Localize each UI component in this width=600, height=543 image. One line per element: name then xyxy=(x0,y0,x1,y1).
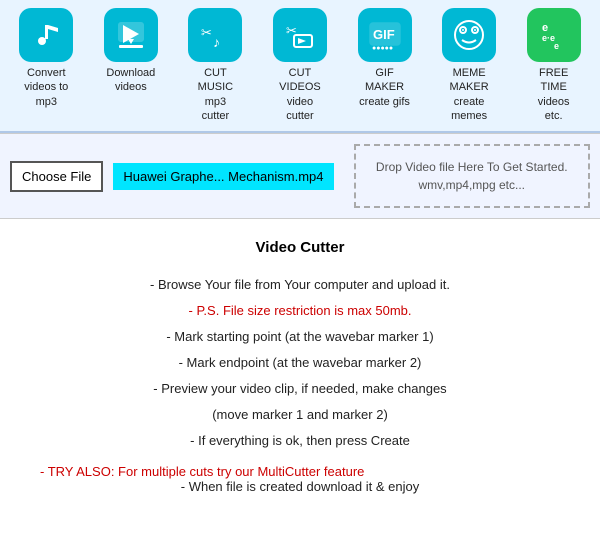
svg-text:GIF: GIF xyxy=(373,27,395,42)
instruction-6: (move marker 1 and marker 2) xyxy=(40,402,560,428)
download-label: Download videos xyxy=(92,66,170,95)
instruction-7: - If everything is ok, then press Create xyxy=(40,428,560,454)
svg-text:●●●●●: ●●●●● xyxy=(372,45,393,52)
try-also-text: - TRY ALSO: For multiple cuts try our Mu… xyxy=(40,464,560,479)
nav-item-meme[interactable]: MEMEMAKERcreatememes xyxy=(430,8,508,123)
cut-video-label: CUTVIDEOSvideocutter xyxy=(279,66,321,123)
choose-file-button[interactable]: Choose File xyxy=(10,161,103,192)
nav-item-gif[interactable]: GIF ●●●●● GIFMAKERcreate gifs xyxy=(346,8,424,109)
main-content: Video Cutter - Browse Your file from You… xyxy=(0,219,600,514)
download-icon xyxy=(104,8,158,62)
instruction-2-red: - P.S. File size restriction is max 50mb… xyxy=(40,298,560,324)
last-instruction: - When file is created download it & enj… xyxy=(40,479,560,494)
cut-music-label: CUTMUSICmp3cutter xyxy=(198,66,233,123)
cut-music-icon: ✂ ♪ xyxy=(188,8,242,62)
mp3-icon xyxy=(19,8,73,62)
free-label: FREETIMEvideosetc. xyxy=(538,66,570,123)
content-title: Video Cutter xyxy=(40,239,560,256)
meme-icon xyxy=(442,8,496,62)
nav-item-free[interactable]: e e·e e FREETIMEvideosetc. xyxy=(515,8,593,123)
instruction-5: - Preview your video clip, if needed, ma… xyxy=(40,376,560,402)
top-nav: Convertvideos tomp3 Download videos ✂ ♪ … xyxy=(0,0,600,133)
gif-label: GIFMAKERcreate gifs xyxy=(359,66,410,109)
instruction-4: - Mark endpoint (at the wavebar marker 2… xyxy=(40,350,560,376)
instruction-list: - Browse Your file from Your computer an… xyxy=(40,272,560,454)
instruction-1: - Browse Your file from Your computer an… xyxy=(40,272,560,298)
file-name-display: Huawei Graphe... Mechanism.mp4 xyxy=(113,163,333,190)
free-icon: e e·e e xyxy=(527,8,581,62)
meme-label: MEMEMAKERcreatememes xyxy=(450,66,489,123)
svg-text:e: e xyxy=(554,41,559,51)
file-area: Choose File Huawei Graphe... Mechanism.m… xyxy=(0,133,600,219)
drop-zone-text: Drop Video file Here To Get Started.wmv,… xyxy=(376,160,568,192)
mp3-label: Convertvideos tomp3 xyxy=(24,66,68,109)
instruction-3: - Mark starting point (at the wavebar ma… xyxy=(40,324,560,350)
svg-text:✂: ✂ xyxy=(201,25,212,40)
cut-video-icon: ✂ xyxy=(273,8,327,62)
nav-item-cut-video[interactable]: ✂ CUTVIDEOSvideocutter xyxy=(261,8,339,123)
nav-item-mp3[interactable]: Convertvideos tomp3 xyxy=(7,8,85,109)
drop-zone[interactable]: Drop Video file Here To Get Started.wmv,… xyxy=(354,144,590,208)
gif-icon: GIF ●●●●● xyxy=(358,8,412,62)
nav-item-cut-music[interactable]: ✂ ♪ CUTMUSICmp3cutter xyxy=(176,8,254,123)
svg-text:♪: ♪ xyxy=(213,34,220,50)
nav-item-download[interactable]: Download videos xyxy=(92,8,170,95)
